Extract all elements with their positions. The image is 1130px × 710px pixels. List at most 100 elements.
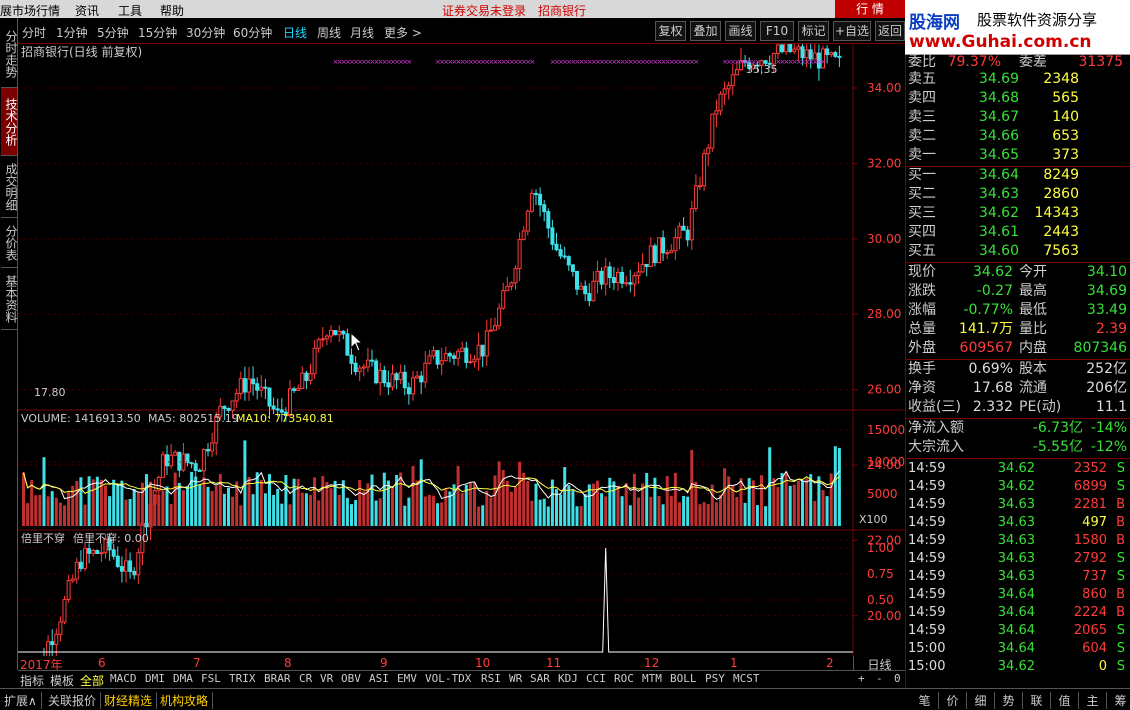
zoom-control-2[interactable]: 0 [894, 672, 901, 685]
ask-row[interactable]: 卖四 34.68 565 [906, 89, 1130, 108]
indicator-tab-cci[interactable]: CCI [586, 672, 606, 685]
bid-row[interactable]: 买三 34.62 14343 [906, 204, 1130, 223]
indicator-tab-全部[interactable]: 全部 [80, 672, 104, 689]
bid-row[interactable]: 买五 34.60 7563 [906, 242, 1130, 261]
quote-tab-3[interactable]: 势 [995, 692, 1023, 709]
indicator-tab-指标[interactable]: 指标 [20, 672, 44, 689]
menu-tools[interactable]: 工具 [118, 2, 142, 19]
bid-row[interactable]: 买一 34.64 8249 [906, 166, 1130, 185]
period-more[interactable]: 更多 > [384, 24, 422, 41]
candle-body [119, 566, 124, 572]
period-60min[interactable]: 60分钟 [233, 24, 272, 41]
menu-market[interactable]: 展市场行情 [0, 2, 60, 19]
indicator-tab-psy[interactable]: PSY [705, 672, 725, 685]
volume-bar [694, 481, 698, 526]
indicator-tab-macd[interactable]: MACD [110, 672, 137, 685]
related-quotes[interactable]: 关联报价 [48, 692, 102, 709]
quote-tab-4[interactable]: 联 [1023, 692, 1051, 709]
period-5min[interactable]: 5分钟 [97, 24, 129, 41]
tab-fundamentals[interactable]: 基本资料 [1, 268, 18, 330]
tab-trades[interactable]: 成交明细 [1, 156, 18, 218]
login-status[interactable]: 证券交易未登录 [442, 2, 526, 19]
volume-bar [764, 506, 768, 526]
indicator-tab-dma[interactable]: DMA [173, 672, 193, 685]
indicator-tab-brar[interactable]: BRAR [264, 672, 291, 685]
indicator-tab-kdj[interactable]: KDJ [558, 672, 578, 685]
indicator-tab-sar[interactable]: SAR [530, 672, 550, 685]
indicator-tab-obv[interactable]: OBV [341, 672, 361, 685]
bid-volume: 7563 [1043, 243, 1079, 259]
indicator-tab-rsi[interactable]: RSI [481, 672, 501, 685]
volume-bar [251, 494, 255, 526]
menu-help[interactable]: 帮助 [160, 2, 184, 19]
candle-body [644, 263, 649, 267]
quote-tab-5[interactable]: 值 [1051, 692, 1079, 709]
period-15min[interactable]: 15分钟 [138, 24, 177, 41]
quote-tab-2[interactable]: 细 [967, 692, 995, 709]
candle-body [718, 93, 723, 112]
indicator-tab-emv[interactable]: EMV [397, 672, 417, 685]
period-1min[interactable]: 1分钟 [56, 24, 88, 41]
ask-row[interactable]: 卖一 34.65 373 [906, 146, 1130, 165]
quote-tab-1[interactable]: 价 [939, 692, 967, 709]
indicator-tab-fsl[interactable]: FSL [201, 672, 221, 685]
indicator-tab-模板[interactable]: 模板 [50, 672, 74, 689]
period-weekly[interactable]: 周线 [317, 24, 341, 41]
indicator-tab-trix[interactable]: TRIX [229, 672, 256, 685]
indicator-tab-mcst[interactable]: MCST [733, 672, 760, 685]
add-watchlist-button[interactable]: +自选 [833, 21, 871, 41]
institution-strategy[interactable]: 机构攻略 [160, 692, 214, 709]
zoom-control-0[interactable]: + [858, 672, 865, 685]
indicator-tab-cr[interactable]: CR [299, 672, 312, 685]
period-intraday[interactable]: 分时 [22, 24, 46, 41]
expand-button[interactable]: 扩展∧ [4, 692, 42, 709]
f10-button[interactable]: F10 [760, 21, 794, 41]
tab-technical[interactable]: 技术分析 [1, 88, 18, 156]
quote-tab-0[interactable]: 笔 [911, 692, 939, 709]
mark-button[interactable]: 标记 [798, 21, 829, 41]
adjust-button[interactable]: 复权 [655, 21, 686, 41]
indicator-tab-dmi[interactable]: DMI [145, 672, 165, 685]
bid-row[interactable]: 买二 34.63 2860 [906, 185, 1130, 204]
indicator-tab-vr[interactable]: VR [320, 672, 333, 685]
draw-button[interactable]: 画线 [725, 21, 756, 41]
volume-bar [661, 504, 665, 526]
indicator-tab-wr[interactable]: WR [509, 672, 522, 685]
finance-picks[interactable]: 财经精选 [104, 692, 158, 709]
menu-news[interactable]: 资讯 [75, 2, 99, 19]
ask-price: 34.69 [978, 71, 1019, 87]
indicator-tab-asi[interactable]: ASI [369, 672, 389, 685]
tick-price: 34.63 [997, 497, 1035, 512]
volume-bar [91, 479, 95, 526]
fund-label: 换手 [908, 361, 936, 377]
ind-tick-label: 1.00 [867, 541, 894, 555]
indicator-tab-roc[interactable]: ROC [614, 672, 634, 685]
period-30min[interactable]: 30分钟 [186, 24, 225, 41]
zoom-control-1[interactable]: - [876, 672, 883, 685]
indicator-tab-vol-tdx[interactable]: VOL-TDX [425, 672, 471, 685]
period-monthly[interactable]: 月线 [350, 24, 374, 41]
tick-row: 14:59 34.63 1580 B [906, 532, 1130, 550]
indicator-tab-boll[interactable]: BOLL [670, 672, 697, 685]
volume-bar [702, 502, 706, 526]
time-label: 1 [730, 656, 738, 670]
quote-tab-6[interactable]: 主 [1079, 692, 1107, 709]
tab-intraday[interactable]: 分时走势 [1, 20, 18, 88]
volume-bar [481, 505, 485, 526]
volume-bar [177, 482, 181, 526]
back-button[interactable]: 返回 [875, 21, 905, 41]
kline-chart[interactable]: 招商银行(日线 前复权) 34.0032.0030.0028.0026.0024… [18, 44, 905, 656]
candle-body [603, 266, 608, 285]
candle-body [665, 252, 670, 255]
bid-row[interactable]: 买四 34.61 2443 [906, 223, 1130, 242]
ask-row[interactable]: 卖五 34.69 2348 [906, 70, 1130, 89]
quote-tab-7[interactable]: 筹 [1107, 692, 1130, 709]
quote-tab[interactable]: 行 情 [835, 0, 905, 18]
overlay-button[interactable]: 叠加 [690, 21, 721, 41]
period-daily[interactable]: 日线 [283, 24, 307, 41]
tab-price-dist[interactable]: 分价表 [1, 218, 18, 268]
indicator-tab-mtm[interactable]: MTM [642, 672, 662, 685]
tick-time: 14:59 [908, 515, 946, 530]
ask-row[interactable]: 卖二 34.66 653 [906, 127, 1130, 146]
ask-row[interactable]: 卖三 34.67 140 [906, 108, 1130, 127]
